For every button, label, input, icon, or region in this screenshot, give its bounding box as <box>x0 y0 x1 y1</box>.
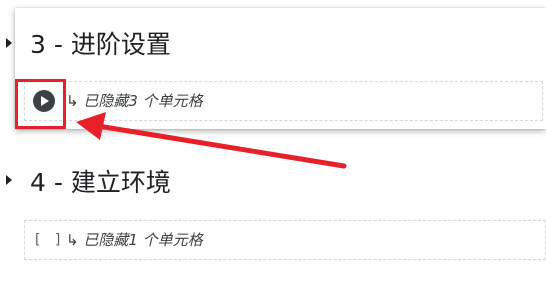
section-3-heading: 3 - 进阶设置 <box>30 30 171 59</box>
collapse-section-3-icon[interactable] <box>6 38 12 48</box>
annotation-highlight-box <box>15 79 66 129</box>
section-4-hidden-cells-label: ↳ 已隐藏1 个单元格 <box>66 231 203 249</box>
section-3-hidden-cells-label: ↳ 已隐藏3 个单元格 <box>66 92 203 110</box>
collapse-section-4-icon[interactable] <box>6 175 12 185</box>
section-3-hidden-cells-bar[interactable]: ↳ 已隐藏3 个单元格 <box>24 81 543 121</box>
section-3-card[interactable]: 3 - 进阶设置 ↳ 已隐藏3 个单元格 <box>15 8 546 129</box>
hidden-arrow-icon: ↳ <box>66 92 79 110</box>
section-4-heading: 4 - 建立环境 <box>30 168 171 197</box>
cell-execution-indicator[interactable]: [ ] <box>33 230 64 250</box>
section-4-hidden-cells-bar[interactable]: [ ] ↳ 已隐藏1 个单元格 <box>24 220 546 260</box>
hidden-arrow-icon: ↳ <box>66 231 79 249</box>
notebook-view: 3 - 进阶设置 ↳ 已隐藏3 个单元格 4 - 建立环境 [ ] ↳ 已隐藏1… <box>0 0 546 282</box>
